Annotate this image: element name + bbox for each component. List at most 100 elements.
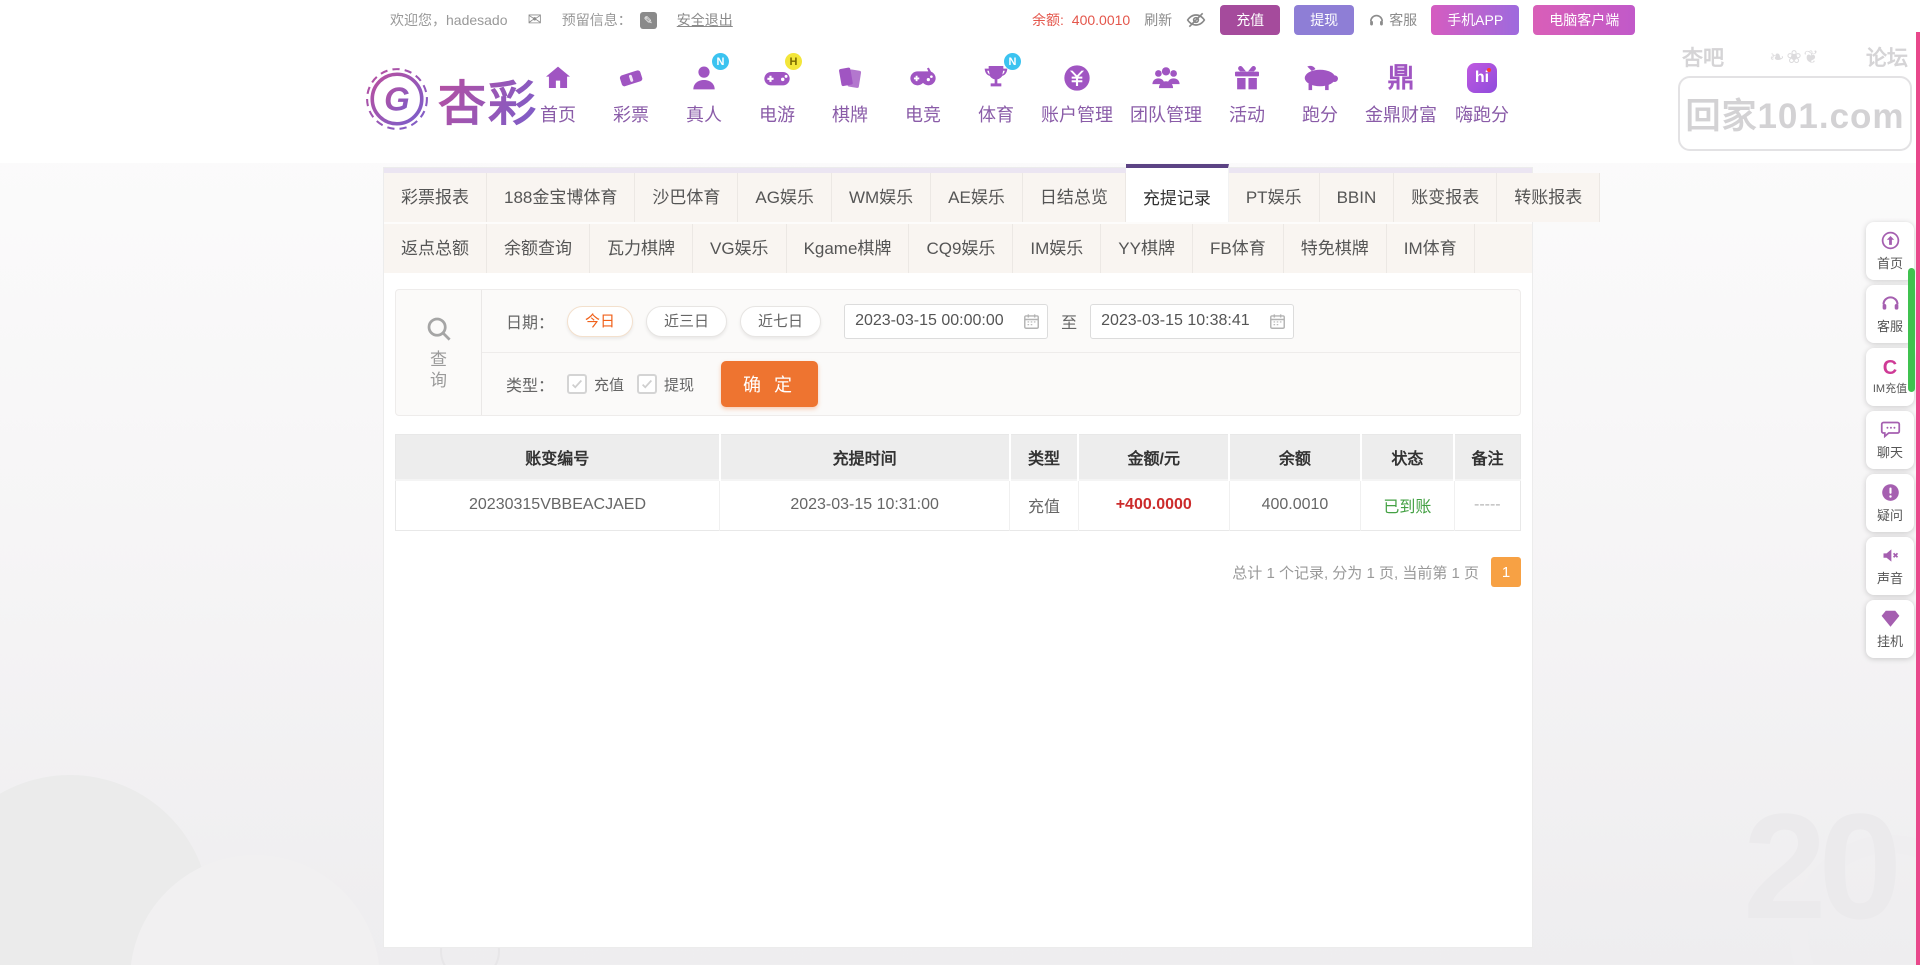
- nav-item-paofen[interactable]: 跑分: [1292, 58, 1348, 127]
- magnifier-icon: [424, 314, 454, 344]
- edit-pencil-icon[interactable]: ✎: [640, 12, 657, 29]
- type-recharge-checkbox[interactable]: 充值: [567, 374, 624, 395]
- scrollbar-thumb[interactable]: [1908, 268, 1915, 392]
- tab[interactable]: 账变报表: [1394, 173, 1497, 222]
- sidebar-item-question[interactable]: 疑问: [1866, 474, 1914, 532]
- tab[interactable]: IM娱乐: [1013, 224, 1101, 273]
- calendar-icon[interactable]: [1268, 312, 1287, 331]
- records-table: 账变编号充提时间类型金额/元余额状态备注 20230315VBBEACJAED2…: [395, 434, 1521, 531]
- customer-service-link[interactable]: 客服: [1368, 10, 1417, 30]
- range-3days-pill[interactable]: 近三日: [646, 306, 727, 337]
- type-withdraw-checkbox[interactable]: 提现: [637, 374, 694, 395]
- site-header: G 杏彩 首页 彩票 N 真人 H 电游 棋牌: [0, 40, 1920, 162]
- sidebar-item-chat[interactable]: 聊天: [1866, 411, 1914, 469]
- topbar: 欢迎您，hadesado ✉ 预留信息： ✎ 安全退出 余额: 400.0010…: [0, 0, 1920, 40]
- calendar-icon[interactable]: [1022, 312, 1041, 331]
- tab[interactable]: 特免棋牌: [1284, 224, 1387, 273]
- tab[interactable]: 188金宝博体育: [487, 173, 635, 222]
- nav-item-sports[interactable]: N 体育: [968, 58, 1024, 127]
- cell: 20230315VBBEACJAED: [396, 480, 720, 531]
- tab[interactable]: 返点总额: [384, 224, 487, 273]
- chat-bubble-icon: [1880, 419, 1901, 440]
- tab[interactable]: AG娱乐: [738, 173, 832, 222]
- nav-item-activity[interactable]: 活动: [1219, 58, 1275, 127]
- range-7days-pill[interactable]: 近七日: [740, 306, 821, 337]
- confirm-button[interactable]: 确 定: [721, 361, 818, 407]
- nav-item-lottery[interactable]: 彩票: [603, 58, 659, 127]
- sidebar-item-service[interactable]: 客服: [1866, 285, 1914, 343]
- tab[interactable]: Kgame棋牌: [787, 224, 910, 273]
- sidebar-item-hangup[interactable]: 挂机: [1866, 600, 1914, 658]
- nav-item-label: 电游: [759, 101, 795, 127]
- nav-item-boardgames[interactable]: 棋牌: [822, 58, 878, 127]
- nav-item-hipaofen[interactable]: hi 嗨跑分: [1454, 58, 1510, 127]
- site-logo[interactable]: G 杏彩: [364, 64, 538, 134]
- mobile-app-button[interactable]: 手机APP: [1431, 5, 1519, 35]
- team-icon: [1150, 58, 1182, 98]
- pc-client-button[interactable]: 电脑客户端: [1533, 5, 1635, 35]
- main-nav: 首页 彩票 N 真人 H 电游 棋牌 电竞: [530, 58, 1510, 127]
- refresh-link[interactable]: 刷新: [1144, 10, 1172, 30]
- live-person-icon: N: [688, 58, 720, 98]
- column-header: 类型: [1010, 435, 1079, 480]
- nav-item-account[interactable]: 账户管理: [1041, 58, 1113, 127]
- lottery-ticket-icon: [615, 58, 647, 98]
- nav-item-jinding[interactable]: 鼎 金鼎财富: [1365, 58, 1437, 127]
- date-to-input[interactable]: [1090, 304, 1294, 339]
- tab[interactable]: WM娱乐: [832, 173, 931, 222]
- range-today-pill[interactable]: 今日: [567, 306, 633, 337]
- withdraw-button[interactable]: 提现: [1294, 5, 1354, 35]
- welcome-text: 欢迎您，hadesado: [390, 10, 508, 30]
- recharge-button[interactable]: 充值: [1220, 5, 1280, 35]
- nav-item-egame[interactable]: H 电游: [749, 58, 805, 127]
- nav-item-team[interactable]: 团队管理: [1130, 58, 1202, 127]
- cell: 充值: [1010, 480, 1079, 531]
- sidebar-item-home[interactable]: 首页: [1866, 222, 1914, 280]
- tab[interactable]: IM体育: [1387, 224, 1475, 273]
- cell: 已到账: [1361, 480, 1454, 531]
- balance-label: 余额:: [1032, 12, 1064, 28]
- tab[interactable]: CQ9娱乐: [909, 224, 1013, 273]
- bg-number: 20: [1743, 791, 1894, 941]
- sidebar-item-sound[interactable]: 声音: [1866, 537, 1914, 595]
- mute-speaker-icon: [1880, 545, 1901, 566]
- mail-icon[interactable]: ✉: [528, 10, 542, 30]
- sidebar-item-im-recharge[interactable]: C IM充值: [1866, 348, 1914, 406]
- tab[interactable]: YY棋牌: [1101, 224, 1193, 273]
- nav-item-label: 账户管理: [1041, 101, 1113, 127]
- cell: 400.0010: [1229, 480, 1361, 531]
- tab[interactable]: AE娱乐: [931, 173, 1023, 222]
- tab[interactable]: 余额查询: [487, 224, 590, 273]
- tab[interactable]: PT娱乐: [1229, 173, 1320, 222]
- svg-text:G: G: [384, 80, 410, 117]
- tab[interactable]: BBIN: [1320, 173, 1395, 222]
- im-recharge-icon: C: [1883, 358, 1897, 378]
- logout-link[interactable]: 安全退出: [677, 10, 733, 30]
- eye-off-icon[interactable]: [1186, 10, 1206, 30]
- tab[interactable]: 瓦力棋牌: [590, 224, 693, 273]
- column-header: 状态: [1361, 435, 1454, 480]
- date-from-input[interactable]: [844, 304, 1048, 339]
- tab[interactable]: VG娱乐: [693, 224, 787, 273]
- page-1-button[interactable]: 1: [1491, 557, 1521, 587]
- tab[interactable]: 彩票报表: [384, 173, 487, 222]
- cards-icon: [834, 58, 866, 98]
- date-label: 日期：: [506, 309, 554, 333]
- tab[interactable]: 沙巴体育: [635, 173, 738, 222]
- tab[interactable]: 日结总览: [1023, 173, 1126, 222]
- checkbox-icon: [567, 374, 587, 394]
- tab[interactable]: FB体育: [1193, 224, 1284, 273]
- tabs-row-2: 返点总额余额查询瓦力棋牌VG娱乐Kgame棋牌CQ9娱乐IM娱乐YY棋牌FB体育…: [384, 222, 1532, 273]
- nav-item-esports[interactable]: 电竞: [895, 58, 951, 127]
- nav-item-live[interactable]: N 真人: [676, 58, 732, 127]
- nav-item-label: 嗨跑分: [1455, 101, 1509, 127]
- gift-icon: [1231, 58, 1263, 98]
- tripod-icon: 鼎: [1388, 58, 1415, 98]
- table-header-row: 账变编号充提时间类型金额/元余额状态备注: [396, 435, 1521, 480]
- column-header: 账变编号: [396, 435, 720, 480]
- nav-item-label: 棋牌: [832, 101, 868, 127]
- new-badge: N: [712, 53, 729, 70]
- tab[interactable]: 转账报表: [1497, 173, 1600, 222]
- nav-item-home[interactable]: 首页: [530, 58, 586, 127]
- tab[interactable]: 充提记录: [1126, 164, 1229, 222]
